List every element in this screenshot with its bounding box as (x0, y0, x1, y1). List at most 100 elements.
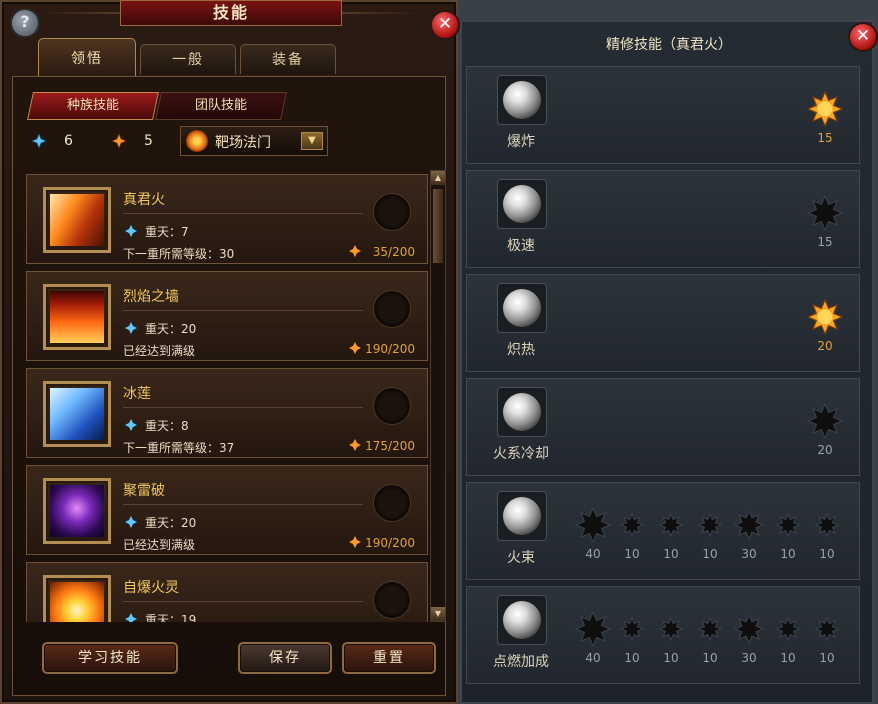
refine-label: 爆炸 (507, 134, 535, 150)
chevron-down-icon[interactable]: ▼ (301, 132, 323, 150)
refine-label: 火系冷却 (493, 446, 549, 462)
refine-node-icon[interactable] (807, 195, 843, 231)
refine-label: 火束 (507, 550, 535, 566)
skill-slot[interactable] (373, 193, 411, 231)
reset-button[interactable]: 重置 (342, 642, 436, 674)
skill-requirement: 下一重所需等级：37 (123, 441, 235, 455)
school-select-value: 靶场法门 (215, 135, 271, 151)
skill-name: 真君火 (123, 192, 165, 208)
skill-icon-frame (43, 381, 111, 447)
skill-name: 冰莲 (123, 386, 151, 402)
help-icon[interactable]: ? (10, 8, 40, 38)
fire-orb-icon[interactable] (497, 387, 547, 437)
fire-orb-icon[interactable] (497, 283, 547, 333)
fire-orb-icon[interactable] (497, 75, 547, 125)
orb-disc (503, 81, 541, 119)
refine-node-icon[interactable] (692, 611, 728, 647)
refine-node-icon[interactable] (807, 299, 843, 335)
tab-equipment[interactable]: 装备 (240, 44, 336, 74)
refine-node-icon[interactable] (770, 611, 806, 647)
learn-skill-button[interactable]: 学习技能 (42, 642, 178, 674)
scrollbar[interactable]: ▲ ▼ (430, 170, 446, 622)
tab-comprehend[interactable]: 领悟 (38, 38, 136, 76)
skill-cost: 190/200 (365, 536, 415, 550)
tier-icon (125, 322, 137, 334)
refine-node-value: 10 (702, 651, 718, 665)
skill-slot[interactable] (373, 581, 411, 619)
save-button[interactable]: 保存 (238, 642, 332, 674)
refine-node-value: 10 (819, 547, 835, 561)
scroll-thumb[interactable] (433, 189, 443, 263)
refine-row: 爆炸 15 (466, 66, 860, 164)
tier-icon (125, 516, 137, 528)
skill-tier: 重天：7 (145, 225, 189, 239)
refine-node-icon[interactable] (575, 507, 611, 543)
refine-node-icon[interactable] (807, 91, 843, 127)
skill-icon-frame (43, 284, 111, 350)
orb-disc (503, 185, 541, 223)
orb-disc (503, 497, 541, 535)
flame-wall-icon (50, 291, 104, 343)
orb-disc (503, 393, 541, 431)
skill-tier: 重天：20 (145, 322, 197, 336)
cost-icon (349, 342, 361, 354)
refine-node-icon[interactable] (809, 507, 845, 543)
fire-orb-icon[interactable] (497, 179, 547, 229)
skill-requirement: 已经达到满级 (123, 538, 196, 552)
window-title: 技能 (120, 0, 342, 26)
subtab-team-label: 团队技能 (194, 98, 247, 113)
blue-crystal-count: 6 (64, 133, 73, 149)
skill-slot[interactable] (373, 484, 411, 522)
cost-icon (349, 245, 361, 257)
skill-list: 真君火 重天：7 下一重所需等级：30 35/200 烈焰之墙 重天：20 已经… (26, 170, 430, 622)
orb-disc (503, 601, 541, 639)
list-item[interactable]: 真君火 重天：7 下一重所需等级：30 35/200 (26, 174, 428, 264)
refine-node-value: 10 (702, 547, 718, 561)
refine-node-icon[interactable] (614, 611, 650, 647)
explode-spirit-icon (50, 582, 104, 622)
orange-crystal-count: 5 (144, 133, 153, 149)
subtab-race-skills[interactable]: 种族技能 (27, 92, 159, 120)
scroll-up-icon[interactable]: ▲ (431, 171, 445, 185)
skill-cost: 190/200 (365, 342, 415, 356)
refine-node-icon[interactable] (653, 507, 689, 543)
refine-node-icon[interactable] (807, 403, 843, 439)
refine-node-icon[interactable] (614, 507, 650, 543)
divider (123, 601, 363, 602)
refine-node-icon[interactable] (809, 611, 845, 647)
refine-node-value: 40 (585, 651, 601, 665)
skill-slot[interactable] (373, 290, 411, 328)
skill-icon-frame (43, 187, 111, 253)
list-item[interactable]: 聚雷破 重天：20 已经达到满级 190/200 (26, 465, 428, 555)
scroll-down-icon[interactable]: ▼ (431, 607, 445, 621)
refine-node-icon[interactable] (731, 611, 767, 647)
refine-label: 炽热 (507, 342, 535, 358)
refine-node-value: 15 (817, 235, 833, 249)
close-icon[interactable]: ✕ (430, 10, 460, 40)
school-select[interactable]: 靶场法门 ▼ (180, 126, 328, 156)
skill-slot[interactable] (373, 387, 411, 425)
list-item[interactable]: 自爆火灵 重天：19 (26, 562, 428, 622)
orb-disc (503, 289, 541, 327)
fire-orb-icon[interactable] (497, 491, 547, 541)
refine-node-value: 40 (585, 547, 601, 561)
list-item[interactable]: 冰莲 重天：8 下一重所需等级：37 175/200 (26, 368, 428, 458)
list-item[interactable]: 烈焰之墙 重天：20 已经达到满级 190/200 (26, 271, 428, 361)
fire-orb-icon[interactable] (497, 595, 547, 645)
cost-icon (349, 536, 361, 548)
refine-node-icon[interactable] (731, 507, 767, 543)
tier-icon (125, 419, 137, 431)
skill-requirement: 下一重所需等级：30 (123, 247, 235, 261)
subtab-team-skills[interactable]: 团队技能 (155, 92, 287, 120)
divider (123, 310, 363, 311)
refine-node-icon[interactable] (692, 507, 728, 543)
refine-node-icon[interactable] (575, 611, 611, 647)
refine-node-icon[interactable] (653, 611, 689, 647)
refine-row: 极速 15 (466, 170, 860, 268)
skill-icon-frame (43, 575, 111, 622)
cost-icon (349, 439, 361, 451)
tab-general[interactable]: 一般 (140, 44, 236, 74)
refine-node-icon[interactable] (770, 507, 806, 543)
refine-node-value: 10 (624, 651, 640, 665)
refine-node-value: 10 (663, 651, 679, 665)
